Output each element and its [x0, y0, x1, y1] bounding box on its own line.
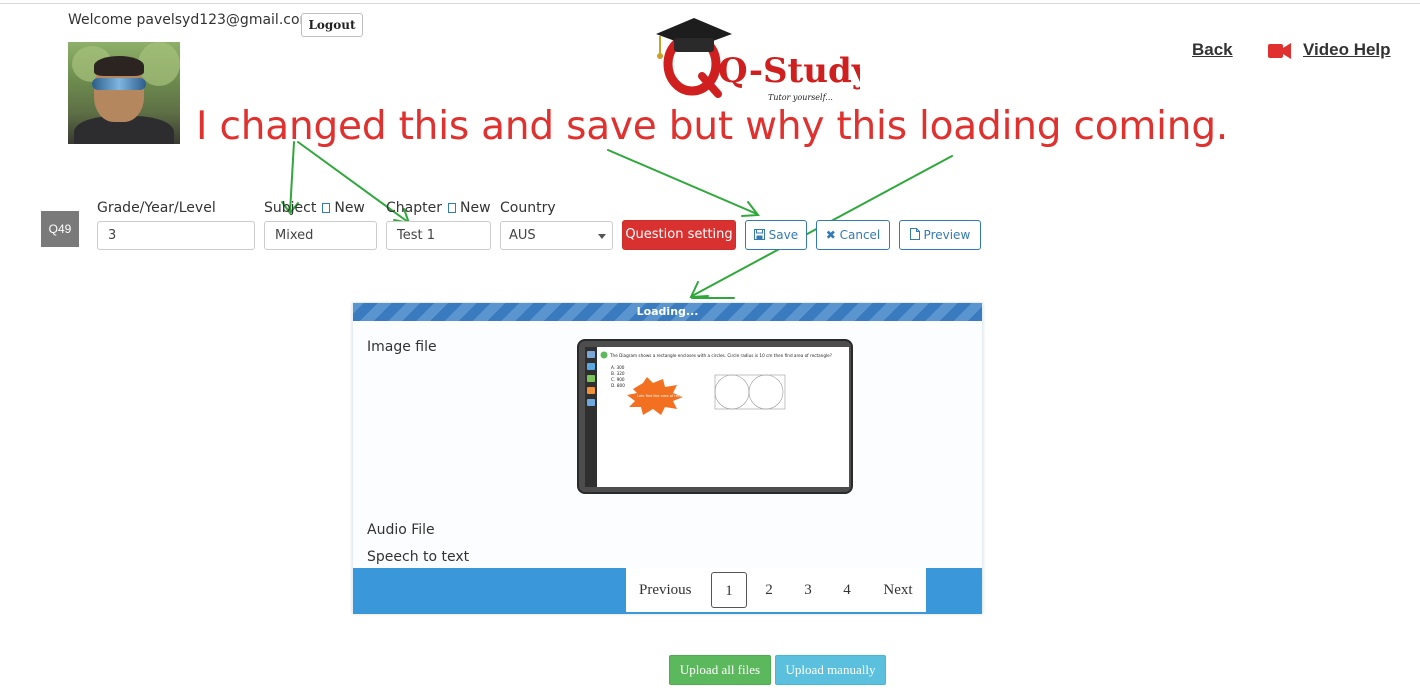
question-panel: Loading... Image file The Diagram shows …	[352, 302, 983, 614]
annotation-text: I changed this and save but why this loa…	[196, 104, 1229, 149]
video-help-link[interactable]: Video Help	[1303, 40, 1391, 60]
grade-label: Grade/Year/Level	[97, 200, 216, 216]
new-subject-link[interactable]: New	[334, 200, 365, 216]
thumbnail-option-a: A. 300	[611, 365, 625, 370]
chapter-label: Chapter	[386, 200, 442, 216]
chevron-down-icon	[598, 234, 606, 239]
upload-all-files-button[interactable]: Upload all files	[669, 655, 771, 685]
subject-label: Subject	[264, 200, 317, 216]
page-3[interactable]: 3	[790, 572, 826, 608]
preview-button[interactable]: Preview	[899, 220, 981, 250]
loading-bar: Loading...	[353, 303, 982, 321]
cancel-button[interactable]: ✖ Cancel	[816, 220, 890, 250]
video-camera-icon[interactable]	[1266, 42, 1292, 60]
cancel-label: Cancel	[839, 228, 881, 242]
grade-input[interactable]: 3	[97, 221, 255, 250]
pagination-bar: Previous 1 2 3 4 Next	[353, 568, 982, 614]
country-select-value: AUS	[509, 228, 536, 243]
audio-file-label: Audio File	[367, 522, 435, 538]
document-icon	[909, 228, 920, 240]
welcome-text: Welcome pavelsyd123@gmail.com	[68, 12, 314, 28]
thumbnail-option-d: D. 800	[611, 383, 625, 388]
upload-manually-button[interactable]: Upload manually	[775, 655, 886, 685]
thumbnail-sidebar	[585, 347, 597, 487]
new-subject-icon[interactable]	[322, 203, 331, 213]
arrow-to-save	[607, 149, 758, 215]
country-label: Country	[500, 200, 556, 216]
question-setting-button[interactable]: Question setting	[622, 220, 736, 250]
image-file-label: Image file	[367, 339, 437, 355]
circle-shape-left	[714, 374, 750, 410]
circle-shape-right	[748, 374, 784, 410]
top-divider	[0, 3, 1420, 4]
thumbnail-option-b: B. 320	[611, 371, 625, 376]
subject-label-group: Subject New	[264, 200, 365, 216]
page-2[interactable]: 2	[751, 572, 787, 608]
save-button[interactable]: Save	[745, 220, 807, 250]
preview-label: Preview	[923, 228, 971, 242]
avatar	[68, 42, 180, 144]
x-icon: ✖	[825, 228, 836, 242]
image-thumbnail[interactable]: The Diagram shows a rectangle encloses w…	[577, 339, 853, 494]
country-select[interactable]: AUS	[500, 221, 613, 250]
new-chapter-link[interactable]: New	[460, 200, 491, 216]
thumbnail-screen: The Diagram shows a rectangle encloses w…	[597, 347, 849, 487]
page-1[interactable]: 1	[711, 572, 747, 608]
question-number-badge: Q49	[41, 211, 79, 247]
chapter-input[interactable]: Test 1	[386, 221, 491, 250]
logout-button[interactable]: Logout	[301, 13, 363, 37]
thumbnail-option-c: C. 900	[611, 377, 625, 382]
subject-input[interactable]: Mixed	[264, 221, 377, 250]
rectangle-shape	[714, 374, 786, 410]
speech-to-text-label: Speech to text	[367, 549, 470, 565]
pagination: Previous 1 2 3 4 Next	[626, 568, 926, 612]
pagination-next[interactable]: Next	[873, 572, 923, 608]
thumbnail-burst-text: Lets find the area of rectangle.	[637, 394, 692, 398]
chapter-label-group: Chapter New	[386, 200, 491, 216]
save-label: Save	[768, 228, 799, 242]
qstudy-logo[interactable]: Q-Study Tutor yourself...	[650, 14, 860, 106]
thumbnail-question: The Diagram shows a rectangle encloses w…	[609, 353, 832, 358]
new-chapter-icon[interactable]	[447, 203, 456, 213]
logo-tagline: Tutor yourself...	[768, 93, 833, 102]
back-link[interactable]: Back	[1192, 40, 1233, 60]
logo-text: Q-Study	[718, 51, 860, 91]
floppy-disk-icon	[753, 229, 765, 240]
page-4[interactable]: 4	[829, 572, 865, 608]
